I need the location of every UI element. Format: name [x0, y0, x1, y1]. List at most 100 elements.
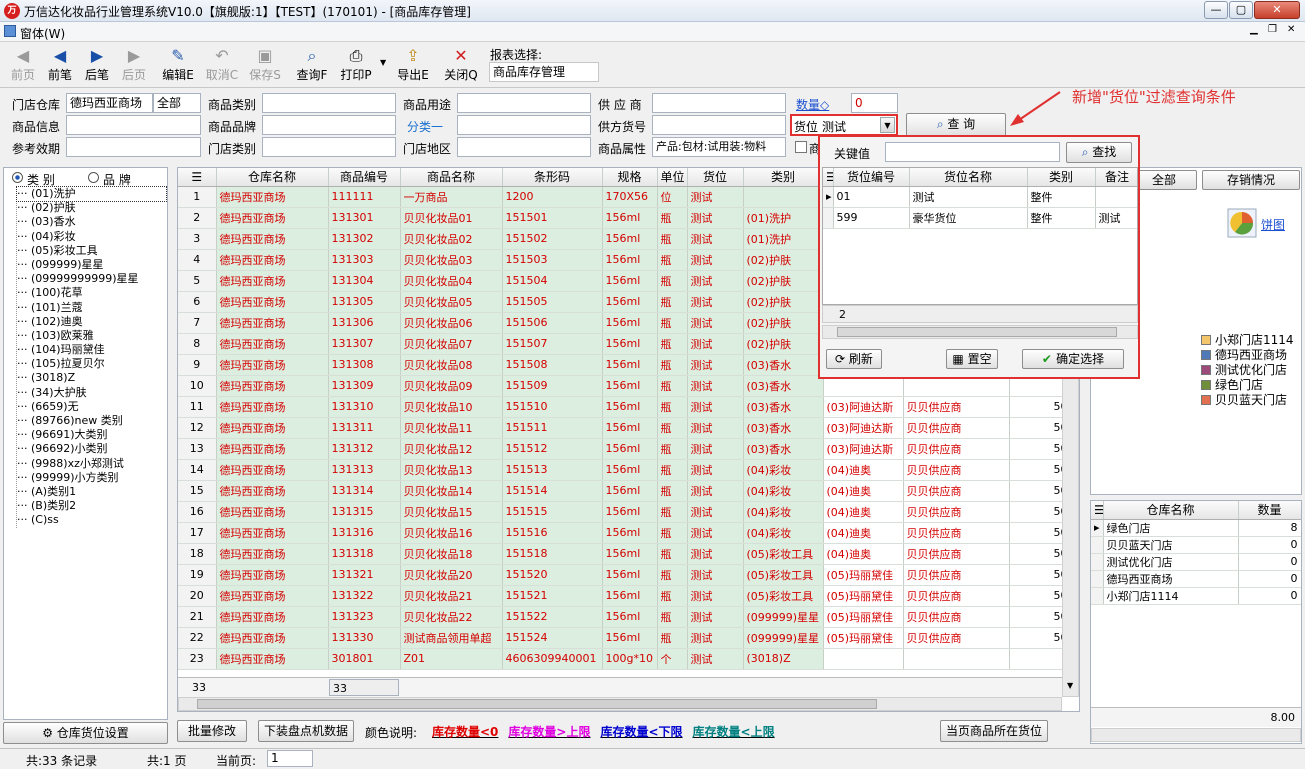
class1-input[interactable] — [457, 115, 591, 135]
tree-item[interactable]: ··· (01)洗护 — [16, 185, 167, 203]
location-hscroll-thumb[interactable] — [837, 327, 1117, 337]
table-cell[interactable]: 位 — [657, 186, 688, 208]
refresh-button[interactable]: ⟳ 刷新 — [826, 349, 882, 369]
table-cell[interactable]: 瓶 — [657, 501, 688, 523]
table-cell[interactable]: (03)阿迪达斯 — [823, 396, 904, 418]
supplier-input[interactable] — [652, 93, 786, 113]
table-cell[interactable]: 瓶 — [657, 354, 688, 376]
table-cell[interactable]: 131309 — [328, 375, 401, 397]
table-cell[interactable]: 156ml — [602, 354, 658, 376]
location-cell[interactable]: 599 — [833, 207, 910, 229]
tree-item[interactable]: ··· (02)护肤 — [17, 201, 166, 215]
table-cell[interactable]: 德玛西亚商场 — [216, 291, 329, 313]
location-column-header[interactable]: 货位名称 — [909, 168, 1028, 187]
table-row[interactable]: 18 德玛西亚商场 131318 贝贝化妆品18 151518 156ml 瓶测试 (05)彩… — [178, 543, 1079, 565]
table-cell[interactable]: 111111 — [328, 186, 401, 208]
location-cell[interactable]: 豪华货位 — [909, 207, 1028, 229]
table-cell[interactable]: 151515 — [502, 501, 603, 523]
mdi-close-icon[interactable]: ✕ — [1287, 24, 1295, 35]
download-inventory-button[interactable]: 下装盘点机数据 — [258, 720, 354, 742]
table-cell[interactable]: 测试 — [687, 396, 744, 418]
column-header[interactable]: 规格 — [602, 168, 658, 187]
query-filter-button[interactable]: ⌕ 查 询 — [906, 113, 1006, 137]
radio-category[interactable] — [12, 172, 23, 183]
tree-item[interactable]: ··· (104)玛丽黛佳 — [17, 343, 166, 357]
table-row[interactable]: 11 德玛西亚商场 131310 贝贝化妆品10 151510 156ml 瓶测试 (03)香… — [178, 396, 1079, 418]
table-cell[interactable]: 151524 — [502, 627, 603, 649]
table-cell[interactable]: 贝贝化妆品14 — [400, 480, 503, 502]
current-page-input[interactable]: 1 — [267, 750, 313, 767]
table-cell[interactable]: 131303 — [328, 249, 401, 271]
page-location-button[interactable]: 当页商品所在货位 — [940, 720, 1048, 742]
prev-record-button[interactable]: ◀ 前笔 — [40, 46, 80, 86]
table-cell[interactable]: 151514 — [502, 480, 603, 502]
table-cell[interactable]: 156ml — [602, 375, 658, 397]
table-cell[interactable]: 156ml — [602, 249, 658, 271]
table-cell[interactable]: (02)护肤 — [743, 270, 824, 292]
table-cell[interactable]: 131322 — [328, 585, 401, 607]
table-cell[interactable]: 贝贝化妆品15 — [400, 501, 503, 523]
table-cell[interactable]: 测试 — [687, 333, 744, 355]
table-cell[interactable]: 151521 — [502, 585, 603, 607]
table-cell[interactable]: 瓶 — [657, 564, 688, 586]
table-cell[interactable]: 131316 — [328, 522, 401, 544]
table-cell[interactable]: 131312 — [328, 438, 401, 460]
table-cell[interactable]: 贝贝化妆品04 — [400, 270, 503, 292]
radio-brand[interactable] — [88, 172, 99, 183]
column-header[interactable]: 类别 — [743, 168, 824, 187]
table-cell[interactable]: 瓶 — [657, 543, 688, 565]
store-row[interactable]: 贝贝蓝天门店 0 — [1091, 536, 1301, 554]
table-row[interactable]: 13 德玛西亚商场 131312 贝贝化妆品12 151512 156ml 瓶测试 (03)香… — [178, 438, 1079, 460]
table-cell[interactable]: 贝贝供应商 — [903, 627, 1010, 649]
tree-item[interactable]: ··· (A)类别1 — [17, 485, 166, 499]
table-cell[interactable]: 贝贝供应商 — [903, 396, 1010, 418]
store-qty-cell[interactable]: 0 — [1238, 536, 1301, 554]
table-cell[interactable]: 贝贝化妆品11 — [400, 417, 503, 439]
table-cell[interactable]: (04)迪奥 — [823, 543, 904, 565]
print-dropdown-icon[interactable]: ▼ — [380, 58, 386, 67]
confirm-select-button[interactable]: ✔ 确定选择 — [1022, 349, 1124, 369]
table-cell[interactable]: 测试 — [687, 648, 744, 670]
table-cell[interactable]: 德玛西亚商场 — [216, 417, 329, 439]
table-cell[interactable]: 测试 — [687, 417, 744, 439]
next-record-button[interactable]: ▶ 后笔 — [77, 46, 117, 86]
table-cell[interactable]: 德玛西亚商场 — [216, 480, 329, 502]
table-cell[interactable]: 德玛西亚商场 — [216, 354, 329, 376]
table-cell[interactable]: 170X56 — [602, 186, 658, 208]
table-cell[interactable]: 贝贝化妆品16 — [400, 522, 503, 544]
tree-item[interactable]: ··· (6659)无 — [17, 400, 166, 414]
tree-item[interactable]: ··· (101)兰蔻 — [17, 301, 166, 315]
store-qty-cell[interactable]: 0 — [1238, 553, 1301, 571]
pie-chart-link[interactable]: 饼图 — [1261, 216, 1285, 233]
table-cell[interactable]: 156ml — [602, 606, 658, 628]
table-cell[interactable]: (02)护肤 — [743, 333, 824, 355]
store-input[interactable]: 德玛西亚商场 — [66, 93, 153, 113]
store-name-cell[interactable]: 贝贝蓝天门店 — [1103, 536, 1239, 554]
table-cell[interactable]: 151513 — [502, 459, 603, 481]
tree-item[interactable]: ··· (100)花草 — [17, 286, 166, 300]
table-cell[interactable]: 测试 — [687, 501, 744, 523]
table-cell[interactable]: 贝贝化妆品13 — [400, 459, 503, 481]
store-column-header[interactable]: 数量 — [1238, 501, 1301, 520]
table-cell[interactable]: 测试 — [687, 375, 744, 397]
table-cell[interactable]: 156ml — [602, 522, 658, 544]
table-cell[interactable]: 151510 — [502, 396, 603, 418]
table-cell[interactable]: 贝贝供应商 — [903, 522, 1010, 544]
table-cell[interactable]: 301801 — [328, 648, 401, 670]
scroll-down-icon[interactable]: ▼ — [1067, 681, 1073, 690]
table-cell[interactable]: 156ml — [602, 459, 658, 481]
table-cell[interactable]: 贝贝供应商 — [903, 438, 1010, 460]
table-cell[interactable]: 测试 — [687, 585, 744, 607]
table-cell[interactable]: 德玛西亚商场 — [216, 438, 329, 460]
table-cell[interactable]: 瓶 — [657, 585, 688, 607]
all-button[interactable]: 全部 — [1131, 170, 1197, 190]
table-cell[interactable]: 贝贝化妆品22 — [400, 606, 503, 628]
table-cell[interactable]: 贝贝化妆品05 — [400, 291, 503, 313]
table-cell[interactable] — [823, 648, 904, 670]
mdi-restore-icon[interactable]: ❐ — [1268, 24, 1277, 35]
grid-hscroll-thumb[interactable] — [197, 699, 877, 709]
tree-item[interactable]: ··· (96691)大类别 — [17, 428, 166, 442]
table-cell[interactable]: 151501 — [502, 207, 603, 229]
table-cell[interactable]: 156ml — [602, 270, 658, 292]
store-qty-cell[interactable]: 0 — [1238, 587, 1301, 605]
